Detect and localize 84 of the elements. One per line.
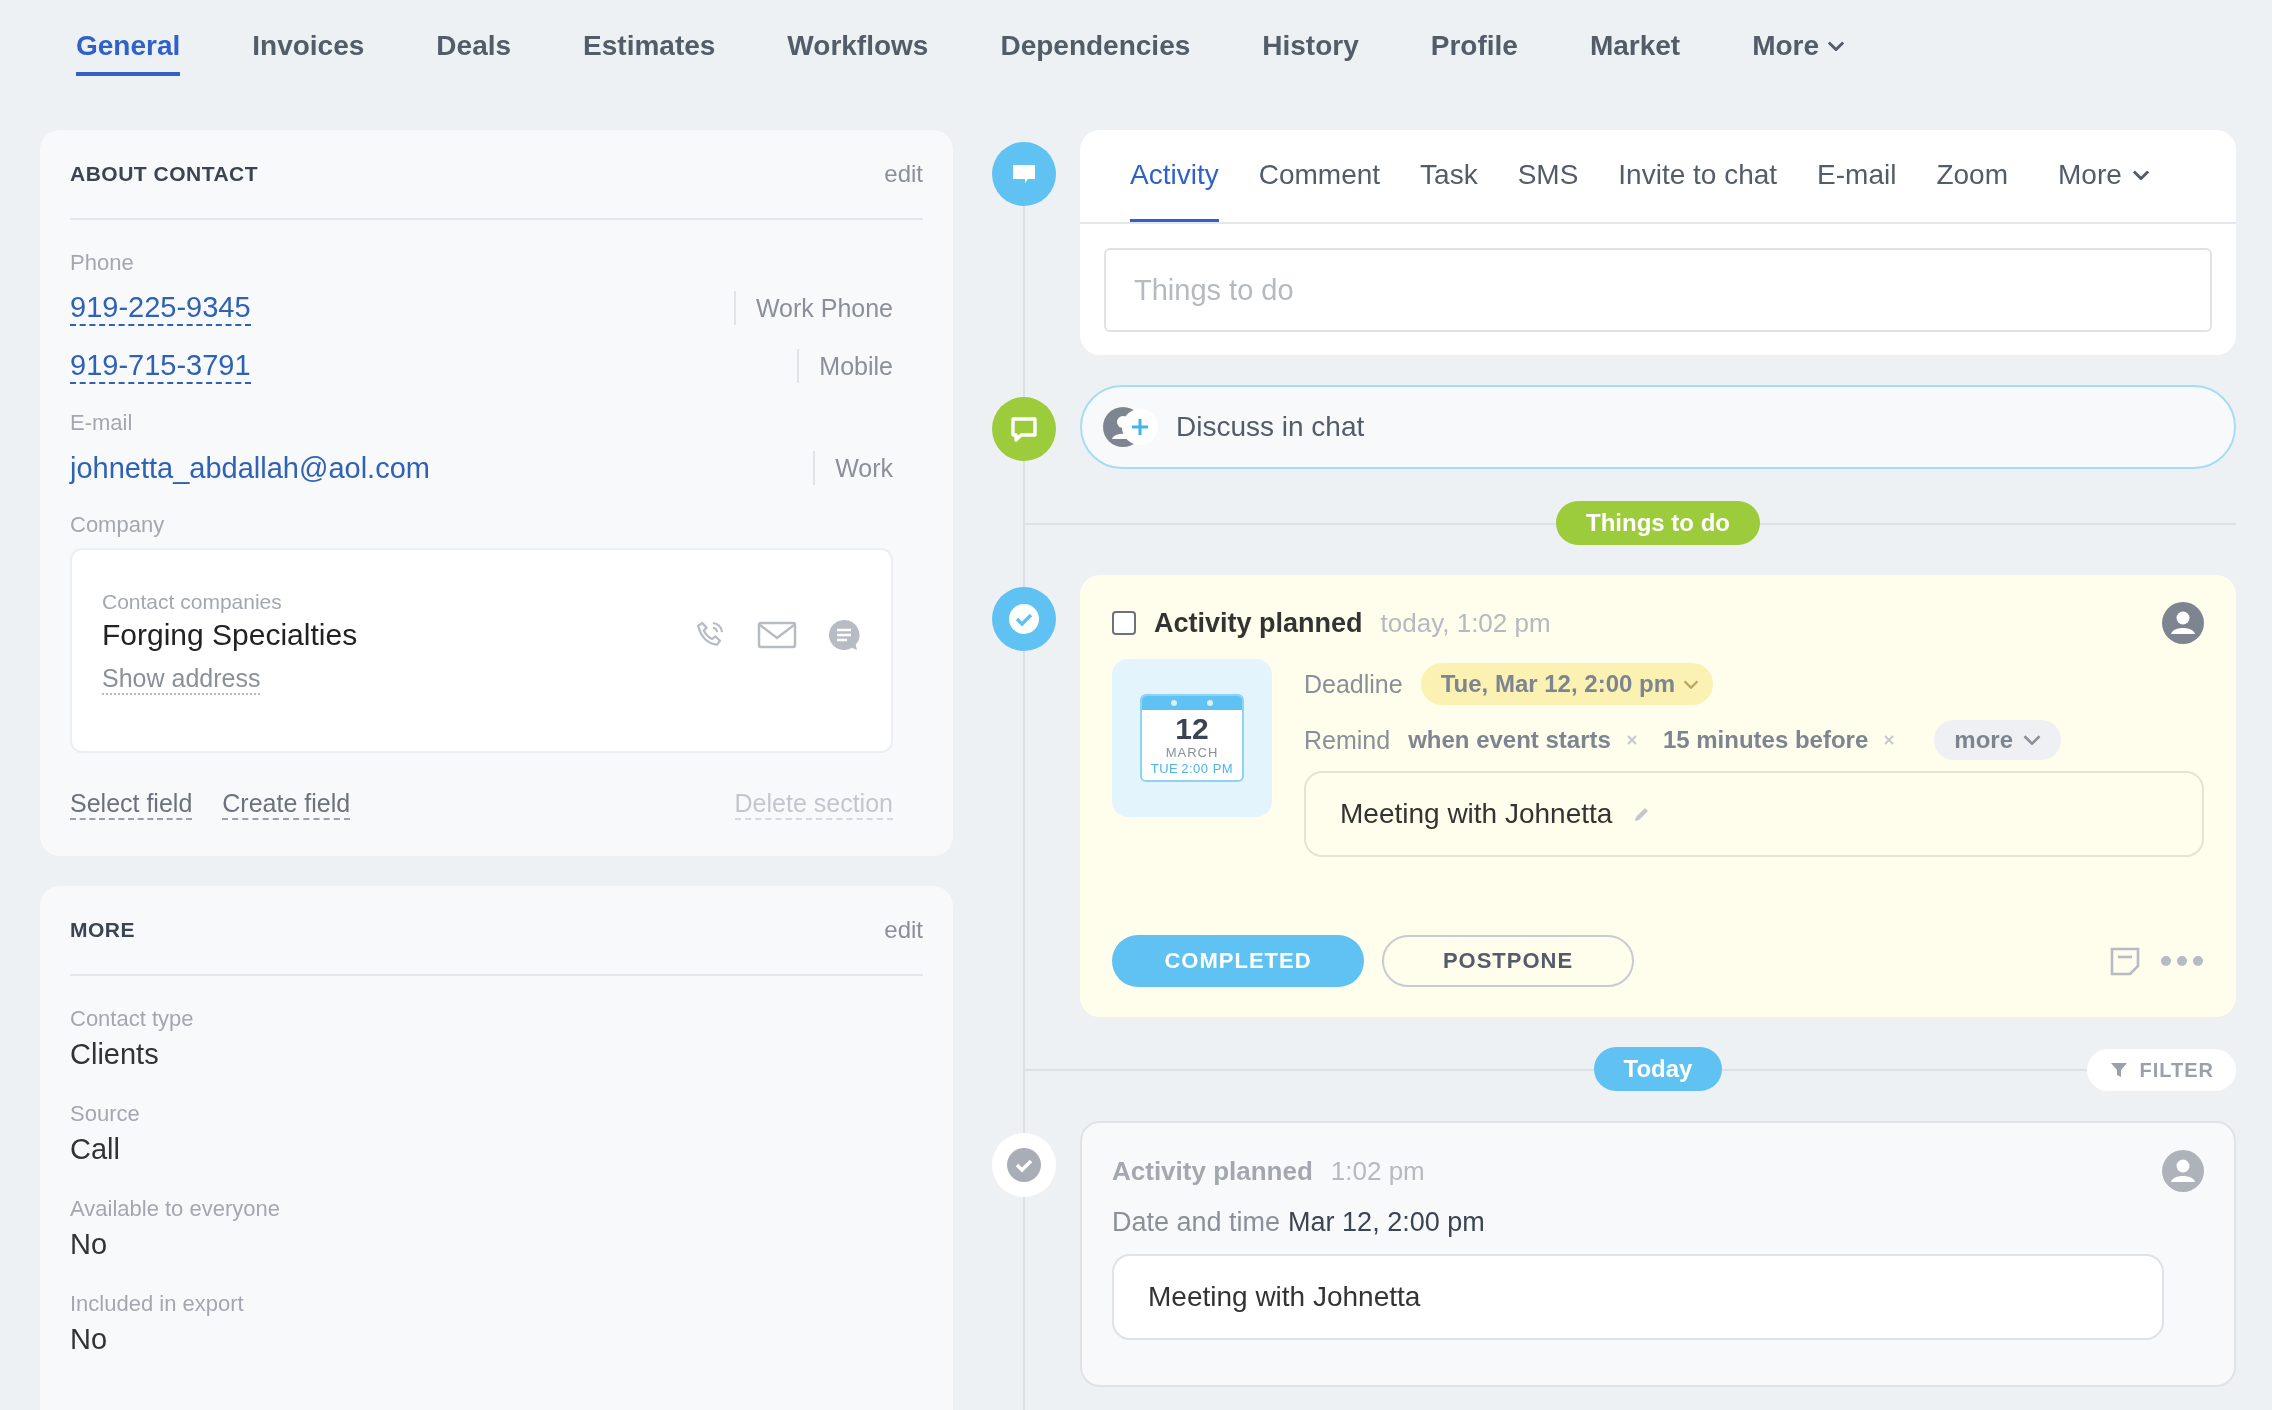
today-label: Today	[1593, 1047, 1723, 1091]
reminder-tag: when event starts	[1408, 726, 1611, 754]
reminder-tag: 15 minutes before	[1662, 726, 1869, 754]
field-label: Company	[70, 512, 166, 538]
company-caption: Contact companies	[102, 590, 282, 614]
chat-marker-icon	[992, 397, 1056, 461]
field-action-link[interactable]: Create field	[222, 789, 351, 820]
nav-tab[interactable]: Profile	[1430, 0, 1518, 76]
todo-input[interactable]: Things to do	[1104, 248, 2212, 332]
field-label: Available to everyone	[70, 1196, 281, 1222]
phone-link[interactable]: 919-715-3791	[70, 348, 251, 384]
discuss-in-chat-button[interactable]: Discuss in chat	[1080, 385, 2236, 469]
user-avatar-icon[interactable]	[2162, 602, 2204, 644]
activity-title: Activity planned	[1112, 1155, 1313, 1187]
activity-time: 1:02 pm	[1330, 1155, 1425, 1187]
phone-type: Work Phone	[733, 291, 893, 325]
field-value: Call	[70, 1133, 121, 1166]
field-label: Contact type	[70, 1006, 195, 1032]
remove-icon[interactable]	[1882, 733, 1897, 747]
section-title: ABOUT CONTACT	[70, 162, 259, 186]
chevron-down-icon	[2131, 169, 2150, 180]
date-value: Mar 12, 2:00 pm	[1288, 1207, 1485, 1238]
funnel-icon	[2109, 1060, 2130, 1080]
nav-tab[interactable]: General	[76, 0, 181, 76]
activity-type-tab[interactable]: Task	[1420, 130, 1478, 222]
field-label: Phone	[70, 250, 135, 276]
chevron-down-icon	[1827, 41, 1846, 51]
activity-type-tab[interactable]: Invite to chat	[1618, 130, 1778, 222]
activity-type-tab[interactable]: Comment	[1258, 130, 1381, 222]
edit-link[interactable]: edit	[884, 160, 923, 188]
nav-tab[interactable]: Dependencies	[1000, 0, 1191, 76]
calendar-weekday: TUE	[1150, 761, 1179, 776]
field-label: E-mail	[70, 410, 134, 436]
calendar-month: MARCH	[1165, 745, 1219, 760]
company-name: Forging Specialties	[102, 618, 358, 652]
date-label: Date and time	[1112, 1207, 1281, 1238]
more-tab[interactable]: More	[1752, 0, 1846, 76]
chevron-down-icon	[1683, 679, 1699, 689]
activity-time: today, 1:02 pm	[1380, 607, 1551, 639]
check-marker-icon	[992, 587, 1056, 651]
activity-type-tab[interactable]: Zoom	[1936, 130, 2008, 222]
things-to-do-label: Things to do	[1556, 501, 1760, 545]
mail-icon[interactable]	[757, 620, 797, 650]
activity-type-tab[interactable]: SMS	[1517, 130, 1579, 222]
field-label: Included in export	[70, 1291, 245, 1317]
field-label: Source	[70, 1101, 141, 1127]
field-value: Clients	[70, 1038, 160, 1071]
field-action-link[interactable]: Select field	[70, 789, 193, 820]
more-options-icon[interactable]	[2160, 955, 2204, 967]
activity-title: Activity planned	[1154, 607, 1363, 639]
activity-note: Meeting with Johnetta	[1112, 1254, 2164, 1340]
deadline-dropdown[interactable]: Tue, Mar 12, 2:00 pm	[1420, 663, 1713, 705]
calendar-day: 12	[1175, 712, 1209, 745]
more-tab[interactable]: More	[2058, 130, 2150, 222]
field-value: No	[70, 1228, 109, 1261]
nav-tab[interactable]: Invoices	[252, 0, 365, 76]
nav-tab[interactable]: Estimates	[583, 0, 716, 76]
nav-tab[interactable]: Market	[1589, 0, 1681, 76]
chevron-down-icon	[2023, 735, 2041, 745]
edit-link[interactable]: edit	[884, 916, 923, 944]
chat-icon[interactable]	[827, 618, 861, 652]
activity-checkbox[interactable]	[1112, 611, 1136, 635]
section-title: MORE	[70, 918, 135, 942]
phone-link[interactable]: 919-225-9345	[70, 290, 251, 326]
show-address-link[interactable]: Show address	[102, 664, 261, 695]
activity-note-field[interactable]: Meeting with Johnetta	[1304, 771, 2204, 857]
remove-icon[interactable]	[1624, 733, 1639, 747]
activity-type-tab[interactable]: E-mail	[1817, 130, 1897, 222]
more-reminders-button[interactable]: more	[1934, 720, 2061, 760]
calendar-time: 2:00 PM	[1181, 761, 1234, 776]
deadline-label: Deadline	[1304, 669, 1403, 699]
user-avatar-icon[interactable]	[2162, 1150, 2204, 1192]
nav-tab[interactable]: Deals	[436, 0, 512, 76]
comment-marker-icon	[992, 142, 1056, 206]
field-value: No	[70, 1323, 109, 1356]
postpone-button[interactable]: POSTPONE	[1382, 935, 1634, 987]
remind-label: Remind	[1304, 725, 1391, 755]
nav-tab[interactable]: Workflows	[787, 0, 929, 76]
email-type: Work	[813, 451, 893, 485]
nav-tab[interactable]: History	[1262, 0, 1359, 76]
email-link[interactable]: johnetta_abdallah@aol.com	[70, 451, 430, 485]
phone-type: Mobile	[797, 349, 893, 383]
activity-type-tab[interactable]: Activity	[1130, 130, 1219, 222]
check-marker-icon	[992, 1133, 1056, 1197]
